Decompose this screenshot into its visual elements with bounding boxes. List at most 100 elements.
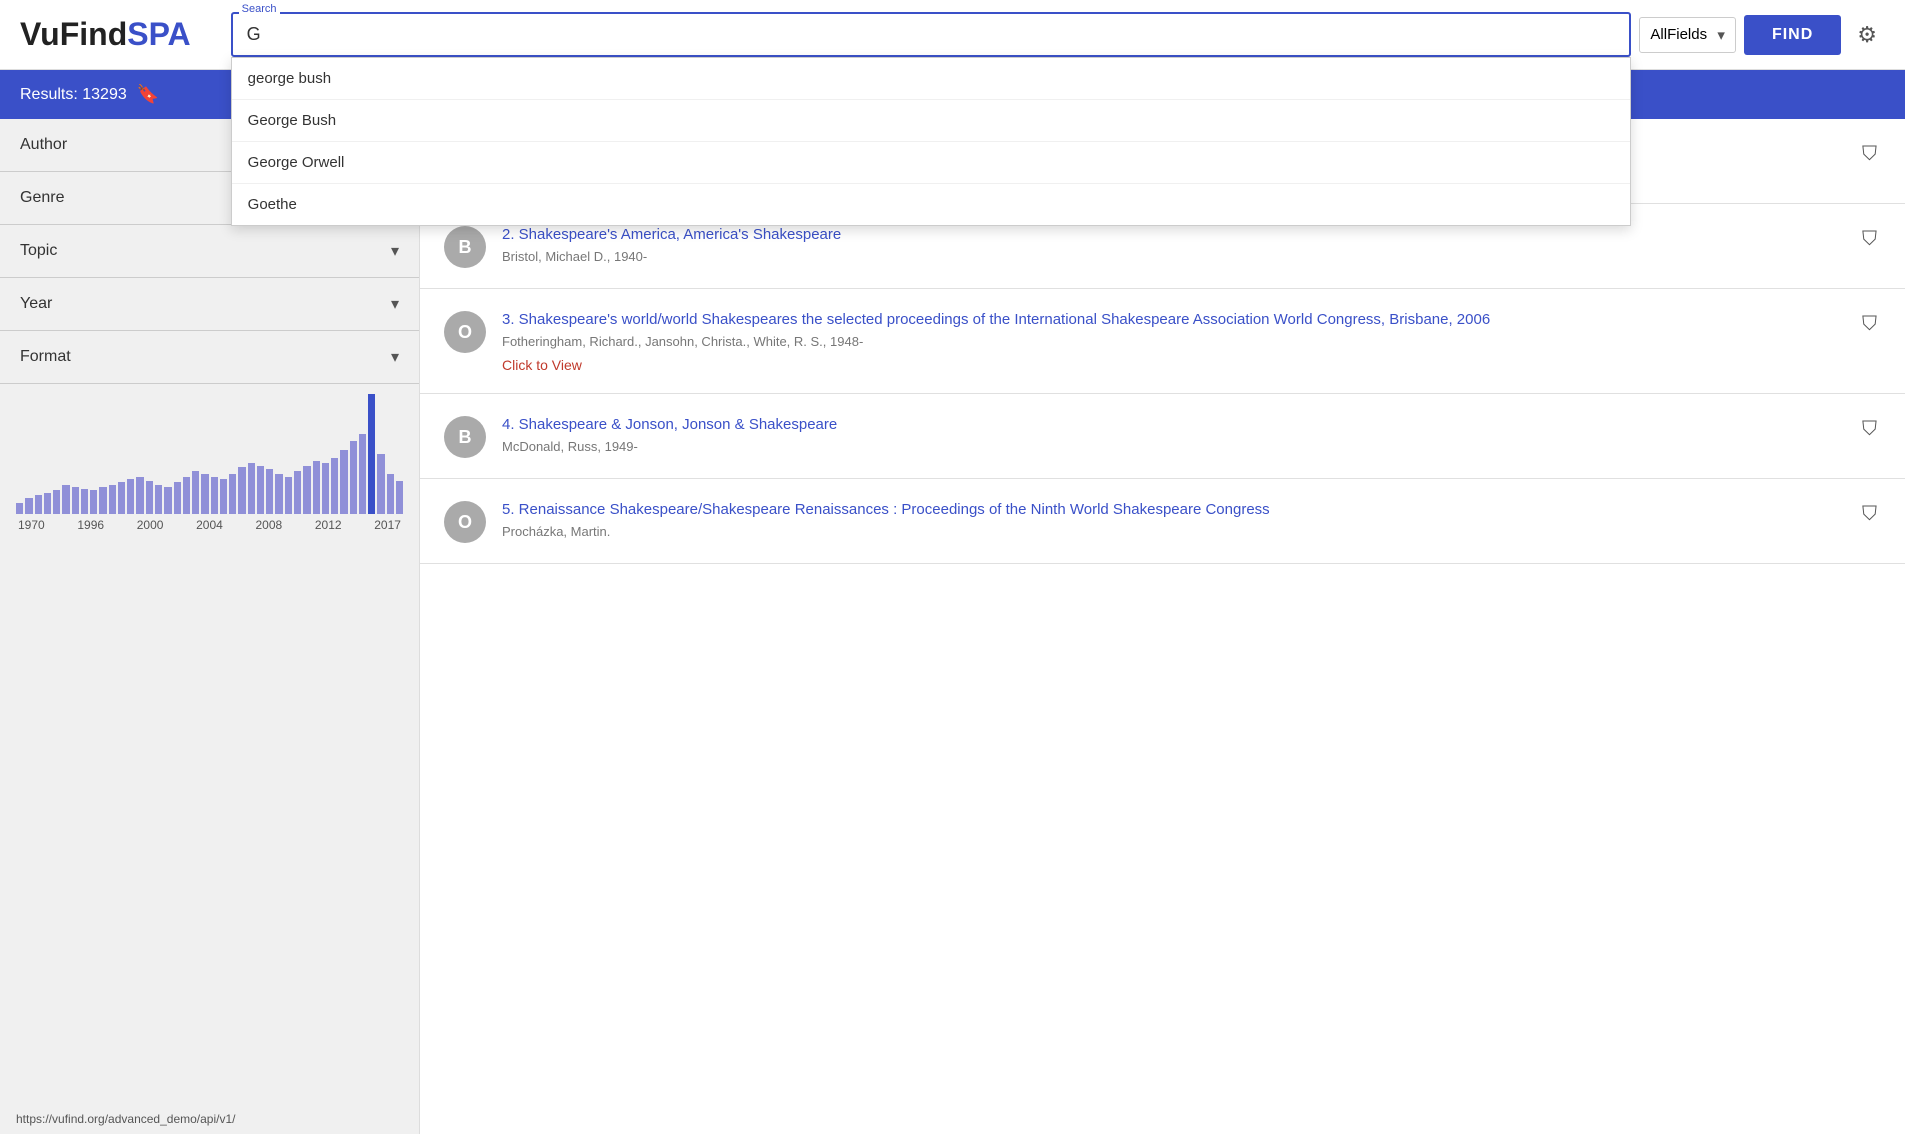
chart-bar[interactable] <box>238 467 245 514</box>
bookmark-button[interactable]: ⛉ <box>1858 139 1881 170</box>
chart-bar[interactable] <box>53 490 60 514</box>
chart-bar[interactable] <box>257 466 264 514</box>
chart-bar[interactable] <box>25 498 32 514</box>
result-author: Bristol, Michael D., 1940- <box>502 249 1842 264</box>
autocomplete-item[interactable]: George Orwell <box>232 142 1631 184</box>
chart-bar[interactable] <box>72 487 79 514</box>
facet-title-year: Year <box>20 295 52 313</box>
find-button[interactable]: FIND <box>1744 15 1841 55</box>
bookmark-icon: ⛉ <box>1862 313 1877 335</box>
bookmark-button[interactable]: ⛉ <box>1858 309 1881 340</box>
chart-bar[interactable] <box>350 441 357 514</box>
chart-bar[interactable] <box>322 463 329 514</box>
facet-year: Year ▾ <box>0 278 419 331</box>
chart-label: 2017 <box>374 518 401 532</box>
chart-bar[interactable] <box>183 477 190 514</box>
bookmark-saved-icon[interactable]: 🔖 <box>137 84 159 105</box>
chart-bar[interactable] <box>118 482 125 514</box>
result-item: O 5. Renaissance Shakespeare/Shakespeare… <box>420 479 1905 564</box>
results-count: Results: 13293 <box>20 86 127 104</box>
chart-bar[interactable] <box>396 481 403 514</box>
result-author: McDonald, Russ, 1949- <box>502 439 1842 454</box>
bookmark-icon: ⛉ <box>1862 503 1877 525</box>
chart-bar[interactable] <box>331 458 338 514</box>
chart-bar[interactable] <box>303 466 310 514</box>
chart-bar[interactable] <box>266 469 273 514</box>
chart-bar[interactable] <box>377 454 384 514</box>
year-chart <box>16 394 403 514</box>
result-body: 3. Shakespeare's world/world Shakespeare… <box>502 309 1842 373</box>
chart-bar[interactable] <box>164 487 171 514</box>
chart-label: 1996 <box>77 518 104 532</box>
field-select[interactable]: AllFieldsTitleAuthorSubjectISBN <box>1650 26 1711 43</box>
settings-button[interactable]: ⚙ <box>1849 18 1885 52</box>
search-autocomplete-dropdown: george bushGeorge BushGeorge OrwellGoeth… <box>231 57 1632 226</box>
chart-bar[interactable] <box>313 461 320 514</box>
click-to-view-link[interactable]: Click to View <box>502 357 582 373</box>
search-input[interactable] <box>231 12 1632 57</box>
chart-bar[interactable] <box>109 485 116 514</box>
facet-format: Format ▾ <box>0 331 419 384</box>
chart-bar[interactable] <box>127 479 134 514</box>
chart-bar[interactable] <box>136 477 143 514</box>
sidebar: Author ▾ Genre ▾ Topic ▾ Year ▾ Format ▾… <box>0 119 420 1134</box>
chart-bar[interactable] <box>99 487 106 514</box>
chart-bar[interactable] <box>90 490 97 514</box>
search-area: Search george bushGeorge BushGeorge Orwe… <box>231 12 1885 57</box>
result-body: 5. Renaissance Shakespeare/Shakespeare R… <box>502 499 1842 539</box>
facet-header-topic[interactable]: Topic ▾ <box>0 225 419 277</box>
facet-chevron-year-icon: ▾ <box>391 294 399 314</box>
chart-bar[interactable] <box>146 481 153 514</box>
chart-label: 2008 <box>256 518 283 532</box>
chart-bar[interactable] <box>211 477 218 514</box>
chart-bar[interactable] <box>16 503 23 514</box>
facet-header-format[interactable]: Format ▾ <box>0 331 419 383</box>
facet-header-year[interactable]: Year ▾ <box>0 278 419 330</box>
chart-label: 2004 <box>196 518 223 532</box>
result-title[interactable]: 4. Shakespeare & Jonson, Jonson & Shakes… <box>502 416 837 433</box>
result-title[interactable]: 5. Renaissance Shakespeare/Shakespeare R… <box>502 501 1270 518</box>
chart-bar[interactable] <box>155 485 162 514</box>
result-title[interactable]: 3. Shakespeare's world/world Shakespeare… <box>502 311 1490 328</box>
bookmark-icon: ⛉ <box>1862 143 1877 165</box>
result-avatar: B <box>444 226 486 268</box>
chart-bar[interactable] <box>248 463 255 514</box>
bookmark-icon: ⛉ <box>1862 418 1877 440</box>
chart-label: 2000 <box>137 518 164 532</box>
chart-bar[interactable] <box>220 479 227 514</box>
result-author: Procházka, Martin. <box>502 524 1842 539</box>
facet-chevron-topic-icon: ▾ <box>391 241 399 261</box>
chart-bar[interactable] <box>359 434 366 514</box>
result-avatar: O <box>444 311 486 353</box>
chart-bar[interactable] <box>275 474 282 514</box>
chart-bar[interactable] <box>368 394 375 514</box>
field-select-wrapper[interactable]: AllFieldsTitleAuthorSubjectISBN ▾ <box>1639 17 1736 53</box>
facet-title-author: Author <box>20 136 67 154</box>
chart-bar[interactable] <box>285 477 292 514</box>
autocomplete-item[interactable]: George Bush <box>232 100 1631 142</box>
chart-bar[interactable] <box>174 482 181 514</box>
chart-bar[interactable] <box>340 450 347 514</box>
chart-bar[interactable] <box>192 471 199 514</box>
bookmark-button[interactable]: ⛉ <box>1858 499 1881 530</box>
result-title[interactable]: 2. Shakespeare's America, America's Shak… <box>502 226 841 243</box>
chart-bar[interactable] <box>201 474 208 514</box>
result-avatar: O <box>444 501 486 543</box>
bookmark-button[interactable]: ⛉ <box>1858 414 1881 445</box>
chart-bar[interactable] <box>44 493 51 514</box>
chart-label: 1970 <box>18 518 45 532</box>
logo-vufind: VuFind <box>20 16 127 52</box>
logo-spa: SPA <box>127 16 190 52</box>
chart-bar[interactable] <box>81 489 88 514</box>
content-area: B ⛉ B 2. Shakespeare's America, America'… <box>420 119 1905 1134</box>
chart-bar[interactable] <box>229 474 236 514</box>
chart-bar[interactable] <box>294 471 301 514</box>
chart-bar[interactable] <box>62 485 69 514</box>
chart-area: 1970199620002004200820122017 <box>0 384 419 1104</box>
chart-bar[interactable] <box>387 474 394 514</box>
bookmark-button[interactable]: ⛉ <box>1858 224 1881 255</box>
result-body: 4. Shakespeare & Jonson, Jonson & Shakes… <box>502 414 1842 454</box>
autocomplete-item[interactable]: Goethe <box>232 184 1631 225</box>
chart-bar[interactable] <box>35 495 42 514</box>
autocomplete-item[interactable]: george bush <box>232 58 1631 100</box>
